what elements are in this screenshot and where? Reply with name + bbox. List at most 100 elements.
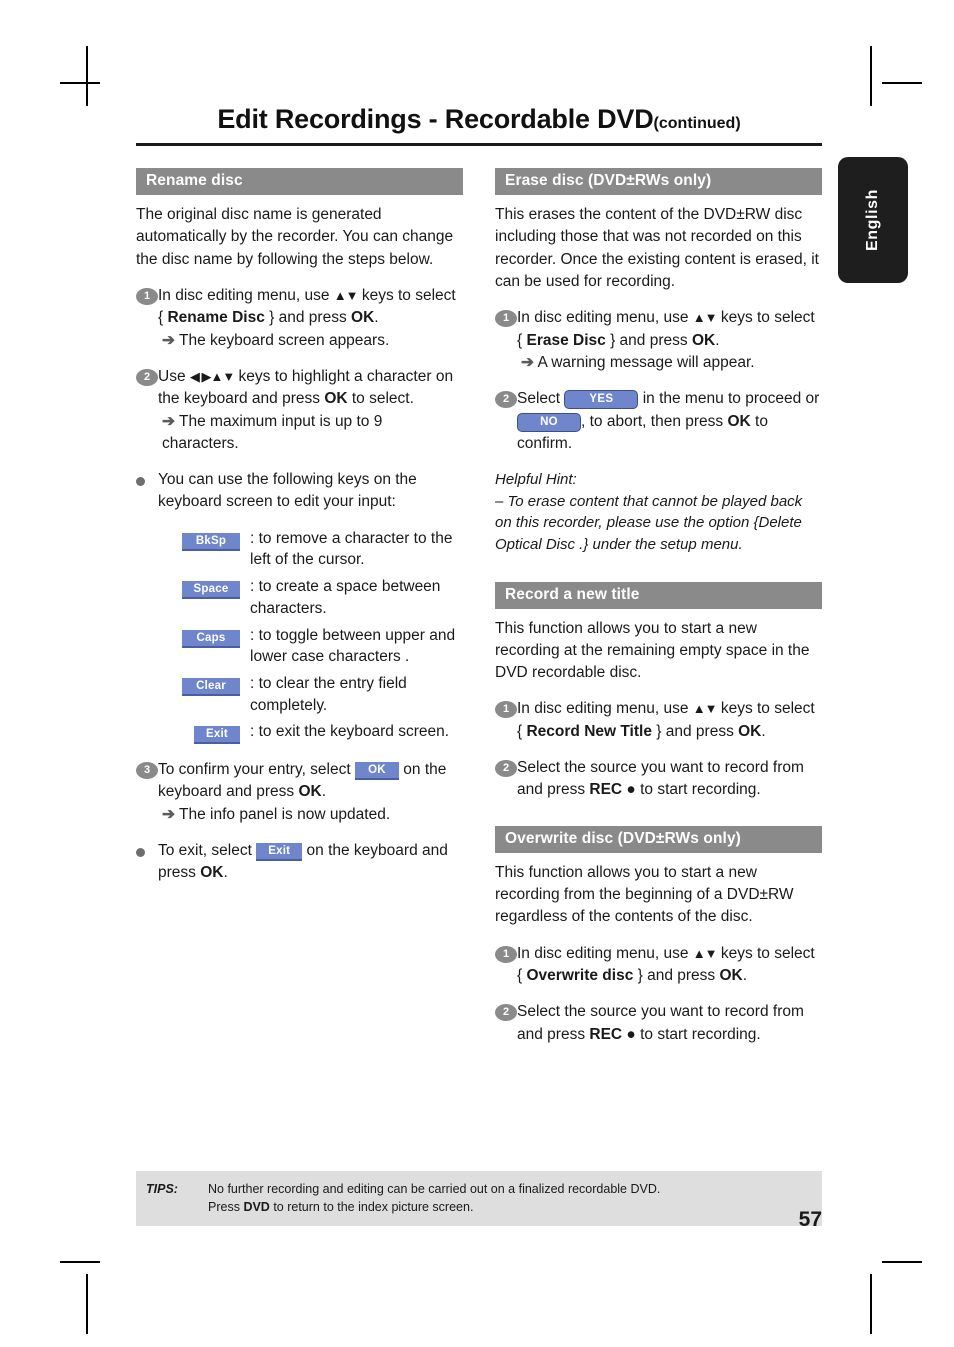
result-text: The maximum input is up to 9 characters. xyxy=(162,412,383,452)
caps-key-chip: Caps xyxy=(182,629,240,648)
step-number: 2 xyxy=(495,391,517,409)
step-number: 3 xyxy=(136,761,158,779)
crop-mark-bottom-right-horizontal xyxy=(882,1261,922,1263)
step-text-b: to start recording. xyxy=(635,781,761,799)
step-text-d: . xyxy=(742,966,748,984)
step-number: 2 xyxy=(136,368,158,386)
crop-mark-top-right-horizontal xyxy=(882,82,922,84)
rename-step-3: 3 To confirm your entry, select OK on th… xyxy=(136,759,463,826)
right-column: Erase disc (DVD±RWs only) This erases th… xyxy=(495,168,822,1060)
step-text: Select the source you want to record fro… xyxy=(517,757,822,802)
key-description: : to create a space between characters. xyxy=(250,578,441,617)
crop-mark-top-left-horizontal xyxy=(60,82,100,84)
step-text-b: in the menu to proceed or xyxy=(638,390,820,408)
record-step-2: 2 Select the source you want to record f… xyxy=(495,757,822,802)
key-legend-row: Space : to create a space between charac… xyxy=(162,576,463,619)
key-description: : to exit the keyboard screen. xyxy=(250,723,450,741)
step-text-a: In disc editing menu, use xyxy=(517,309,693,327)
step-text: In disc editing menu, use ▲▼ keys to sel… xyxy=(517,307,822,374)
key-description: : to toggle between upper and lower case… xyxy=(250,626,456,666)
step-number: 2 xyxy=(495,760,517,778)
step-text: Select the source you want to record fro… xyxy=(517,1001,822,1046)
step-text: Use ◀ ▶▲▼ keys to highlight a character … xyxy=(158,366,463,455)
step-text-a: Use xyxy=(158,367,190,385)
result-arrow-icon: ➔ xyxy=(162,331,175,349)
step-text: In disc editing menu, use ▲▼ keys to sel… xyxy=(158,285,463,352)
erase-step-2: 2 Select YES in the menu to proceed or N… xyxy=(495,388,822,455)
record-new-title-intro: This function allows you to start a new … xyxy=(495,619,810,682)
step-text-a: Select xyxy=(517,390,565,408)
ok-key-label: OK xyxy=(351,309,375,327)
rec-key-label: REC ● xyxy=(589,781,636,799)
step-text-a: In disc editing menu, use xyxy=(517,944,693,962)
tips-label: TIPS: xyxy=(146,1182,178,1196)
step-text-a: To confirm your entry, select xyxy=(158,760,355,778)
exit-key-chip: Exit xyxy=(194,726,240,745)
nav-arrows-icon: ▲▼ xyxy=(692,310,718,326)
nav-arrows-icon: ▲▼ xyxy=(692,945,718,961)
key-legend-row: Exit : to exit the keyboard screen. xyxy=(162,721,463,745)
section-heading-rename-disc: Rename disc xyxy=(136,168,463,195)
keyboard-key-legend: BkSp : to remove a character to the left… xyxy=(162,528,463,745)
tips-line-1: No further recording and editing can be … xyxy=(208,1182,661,1196)
rename-disc-intro: The original disc name is generated auto… xyxy=(136,206,454,268)
crop-mark-bottom-left-horizontal xyxy=(60,1261,100,1263)
step-text-c: . xyxy=(321,783,327,801)
key-chip-cell: Caps xyxy=(162,625,250,668)
clear-key-chip: Clear xyxy=(182,677,240,696)
step-number: 1 xyxy=(495,310,517,328)
yes-menu-chip: YES xyxy=(564,390,639,410)
menu-item-name: Rename Disc xyxy=(167,309,265,327)
step-text: To confirm your entry, select OK on the … xyxy=(158,759,463,826)
key-legend-row: Clear : to clear the entry field complet… xyxy=(162,673,463,716)
section-heading-record-new-title: Record a new title xyxy=(495,581,822,609)
bullet-text: You can use the following keys on the ke… xyxy=(158,471,417,511)
exit-text-c: . xyxy=(223,864,228,882)
record-step-1: 1 In disc editing menu, use ▲▼ keys to s… xyxy=(495,698,822,743)
step-text-c: } and press xyxy=(651,722,739,740)
result-arrow-icon: ➔ xyxy=(162,805,175,823)
nav-arrows-icon: ◀ ▶▲▼ xyxy=(189,368,235,384)
step-text-c: } and press xyxy=(264,309,352,327)
page-content: Edit Recordings - Recordable DVD(continu… xyxy=(136,104,822,1060)
tips-line-2: Press DVD to return to the index picture… xyxy=(208,1198,822,1216)
page-number: 57 xyxy=(798,1208,822,1231)
result-arrow-icon: ➔ xyxy=(162,412,175,430)
rename-step-1: 1 In disc editing menu, use ▲▼ keys to s… xyxy=(136,285,463,352)
step-number: 2 xyxy=(495,1004,517,1022)
step-number: 1 xyxy=(495,701,517,719)
step-text-b: to start recording. xyxy=(635,1025,761,1043)
helpful-hint-text: – To erase content that cannot be played… xyxy=(495,492,803,553)
key-chip-cell: Exit xyxy=(162,721,250,745)
erase-step-1: 1 In disc editing menu, use ▲▼ keys to s… xyxy=(495,307,822,374)
menu-item-name: Record New Title xyxy=(526,722,652,740)
bullet-icon xyxy=(136,472,158,514)
bullet-text: To exit, select Exit on the keyboard and… xyxy=(158,840,463,885)
crop-mark-bottom-left-vertical xyxy=(86,1274,88,1334)
result-text: The keyboard screen appears. xyxy=(179,331,390,349)
key-chip-cell: Clear xyxy=(162,673,250,716)
menu-item-name: Erase Disc xyxy=(526,331,606,349)
ok-key-label: OK xyxy=(727,412,751,430)
helpful-hint-label: Helpful Hint: xyxy=(495,471,577,489)
crop-mark-top-left-vertical xyxy=(86,46,88,106)
tips-line-2-a: Press xyxy=(208,1200,244,1215)
bullet-icon xyxy=(136,843,158,885)
key-description: : to remove a character to the left of t… xyxy=(250,529,453,569)
key-chip-cell: BkSp xyxy=(162,528,250,571)
ok-key-label: OK xyxy=(738,722,762,740)
step-text: In disc editing menu, use ▲▼ keys to sel… xyxy=(517,698,822,743)
exit-keyboard-bullet: To exit, select Exit on the keyboard and… xyxy=(136,840,463,885)
step-text-a: In disc editing menu, use xyxy=(158,286,334,304)
erase-disc-intro: This erases the content of the DVD±RW di… xyxy=(495,206,819,290)
step-number: 1 xyxy=(136,287,158,305)
crop-mark-top-right-vertical xyxy=(870,46,872,106)
step-text-c: , to abort, then press xyxy=(581,412,728,430)
result-text: A warning message will appear. xyxy=(537,353,755,371)
tips-body: No further recording and editing can be … xyxy=(208,1180,822,1216)
language-tab-label: English xyxy=(864,189,881,251)
step-text-c: } and press xyxy=(633,966,720,984)
tips-footer: TIPS: No further recording and editing c… xyxy=(136,1171,822,1227)
ok-key-label: OK xyxy=(719,966,743,984)
result-arrow-icon: ➔ xyxy=(521,353,534,371)
